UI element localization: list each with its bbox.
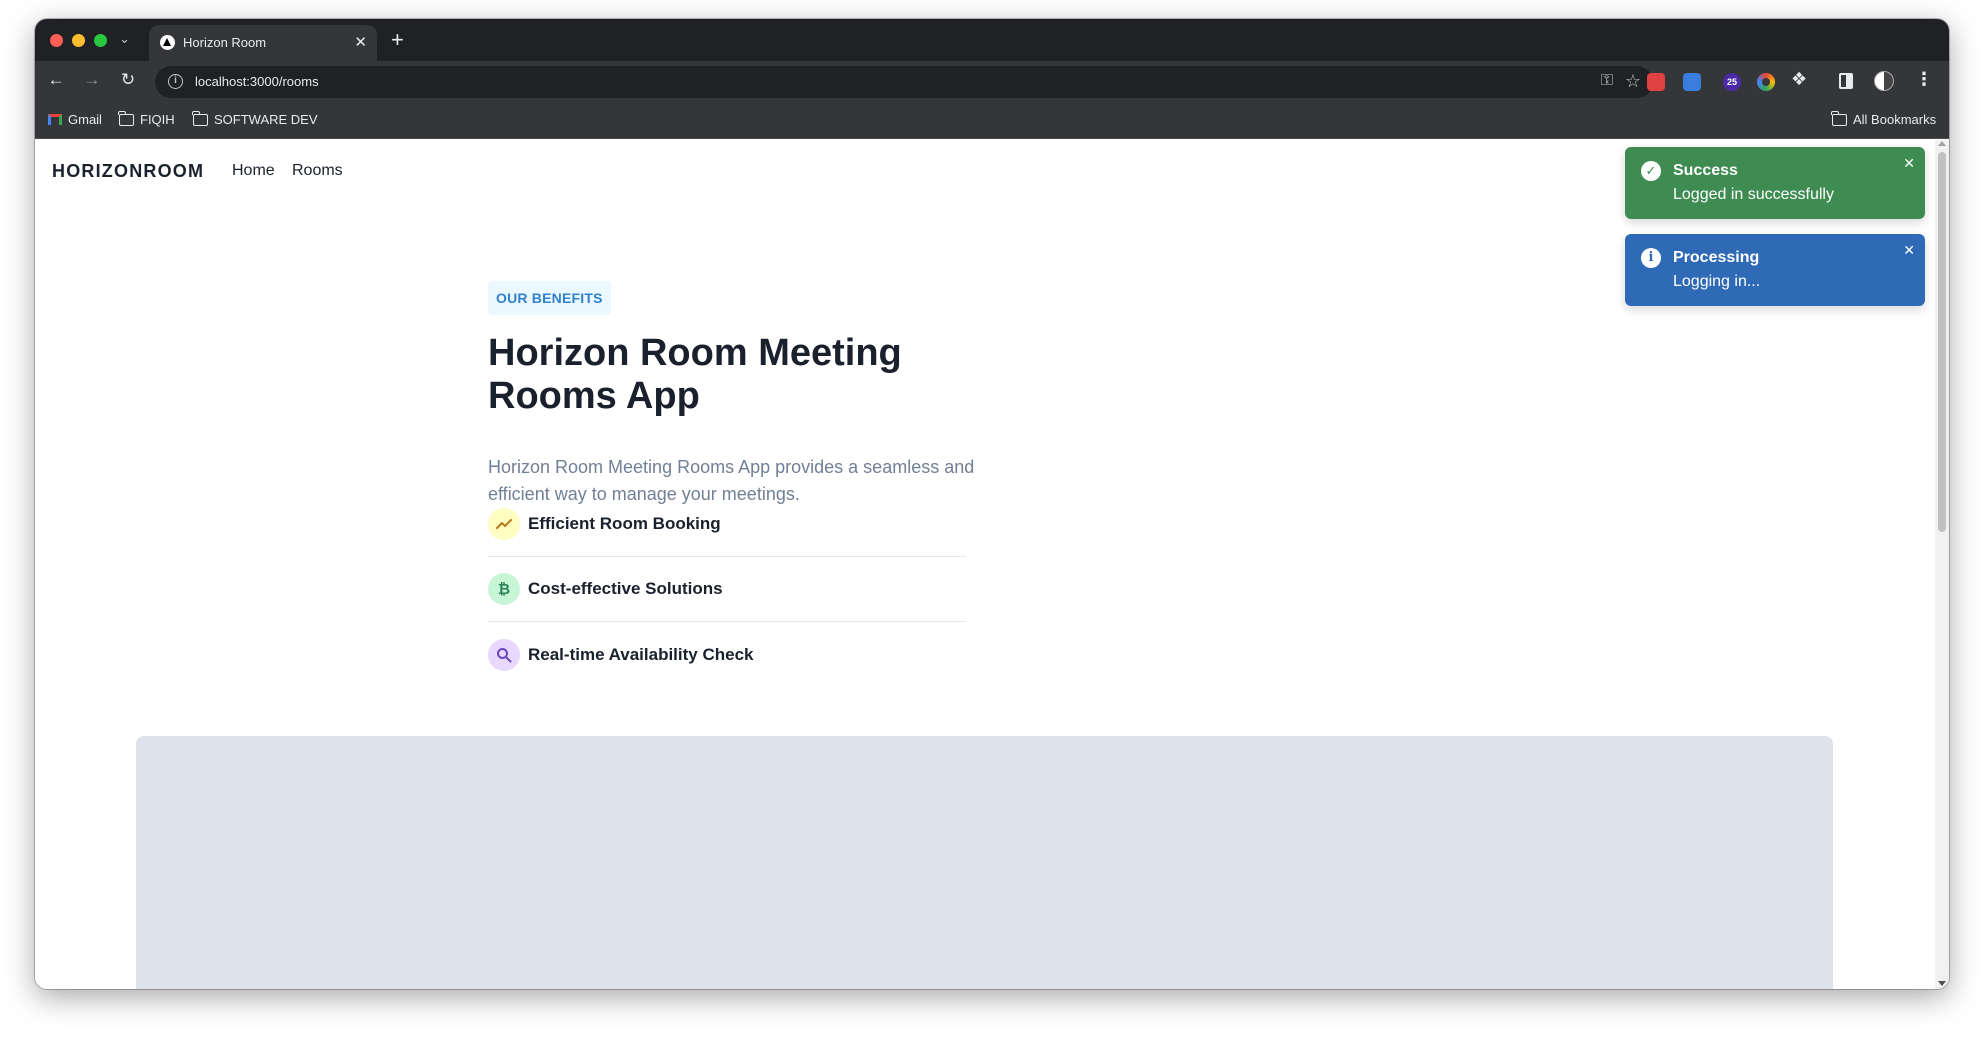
browser-tab[interactable]: Horizon Room ✕ — [149, 25, 377, 61]
folder-icon — [192, 110, 208, 126]
browser-toolbar: ← → ↻ i localhost:3000/rooms ⚿ ☆ 25 ❖ ⋮ — [35, 61, 1949, 103]
tab-strip: ⌄ Horizon Room ✕ + — [35, 19, 1949, 61]
maximize-window-button[interactable] — [94, 34, 107, 47]
page-content: HORIZONROOM Home Rooms OUR BENEFITS Hori… — [35, 140, 1949, 989]
toast-title: Success — [1673, 162, 1738, 179]
close-icon[interactable]: ✕ — [1903, 155, 1915, 172]
bookmark-label: Gmail — [68, 112, 102, 127]
password-key-icon[interactable]: ⚿ — [1601, 72, 1613, 90]
bookmark-label: FIQIH — [140, 112, 175, 127]
bookmark-star-icon[interactable]: ☆ — [1625, 71, 1641, 92]
new-tab-button[interactable]: + — [391, 27, 404, 53]
site-logo[interactable]: HORIZONROOM — [52, 161, 204, 182]
scroll-down-arrow-icon[interactable] — [1938, 981, 1946, 986]
section-badge: OUR BENEFITS — [488, 281, 611, 315]
url-text[interactable]: localhost:3000/rooms — [195, 74, 319, 89]
page-title: Horizon Room Meeting Rooms App — [488, 332, 902, 417]
toast-title: Processing — [1673, 249, 1760, 266]
check-circle-icon: ✓ — [1641, 161, 1661, 181]
tab-close-icon[interactable]: ✕ — [354, 33, 367, 51]
bookmark-gmail[interactable]: Gmail — [48, 112, 102, 127]
color-extension-icon[interactable] — [1757, 73, 1775, 91]
tab-title: Horizon Room — [183, 35, 267, 50]
search-icon — [488, 638, 520, 671]
scrollbar-thumb[interactable] — [1938, 152, 1946, 532]
site-info-icon[interactable]: i — [168, 74, 183, 89]
toast-success: ✓ Success Logged in successfully ✕ — [1625, 147, 1925, 219]
menu-kebab-icon[interactable]: ⋮ — [1915, 69, 1933, 90]
minimize-window-button[interactable] — [72, 34, 85, 47]
close-window-button[interactable] — [50, 34, 63, 47]
toast-description: Logged in successfully — [1673, 186, 1834, 203]
toast-info: i Processing Logging in... ✕ — [1625, 234, 1925, 306]
hero-image-placeholder — [136, 736, 1833, 989]
feature-item: Efficient Room Booking — [488, 492, 966, 557]
nav-link-home[interactable]: Home — [232, 162, 275, 180]
nav-link-rooms[interactable]: Rooms — [292, 162, 343, 180]
back-arrow-icon[interactable]: ← — [45, 70, 67, 90]
all-bookmarks[interactable]: All Bookmarks — [1831, 110, 1937, 127]
translate-extension-icon[interactable] — [1683, 73, 1701, 91]
forward-arrow-icon[interactable]: → — [81, 70, 103, 90]
profile-avatar-icon[interactable] — [1874, 71, 1894, 91]
scroll-up-arrow-icon[interactable] — [1938, 141, 1946, 146]
folder-icon — [1831, 110, 1847, 126]
bookmark-label: SOFTWARE DEV — [214, 112, 318, 127]
address-bar[interactable]: i localhost:3000/rooms ⚿ ☆ — [155, 66, 1653, 98]
all-bookmarks-label: All Bookmarks — [1853, 112, 1937, 127]
feature-label: Efficient Room Booking — [528, 514, 721, 533]
page-scrollbar[interactable] — [1935, 140, 1949, 989]
side-panel-icon[interactable] — [1839, 73, 1853, 89]
feature-label: Cost-effective Solutions — [528, 579, 723, 598]
info-circle-icon: i — [1641, 248, 1661, 268]
feature-item: Real-time Availability Check — [488, 622, 966, 687]
gmail-icon — [48, 114, 62, 125]
bookmarks-bar: Gmail FIQIH SOFTWARE DEV All Bookmarks — [35, 103, 1949, 139]
favicon-icon — [160, 35, 175, 50]
close-icon[interactable]: ✕ — [1903, 242, 1915, 259]
extension-badge-icon[interactable]: 25 — [1723, 73, 1741, 91]
bookmark-fiqih[interactable]: FIQIH — [118, 110, 175, 127]
feature-item: ₿ Cost-effective Solutions — [488, 557, 966, 622]
toast-description: Logging in... — [1673, 273, 1761, 290]
bitcoin-icon: ₿ — [488, 573, 520, 605]
reload-icon[interactable]: ↻ — [117, 70, 139, 90]
extension-red-icon[interactable] — [1647, 73, 1665, 91]
feature-label: Real-time Availability Check — [528, 644, 754, 664]
folder-icon — [118, 110, 134, 126]
bookmark-software-dev[interactable]: SOFTWARE DEV — [192, 110, 318, 127]
tab-search-chevron-icon[interactable]: ⌄ — [119, 31, 130, 47]
extensions-puzzle-icon[interactable]: ❖ — [1791, 69, 1807, 90]
browser-window: ⌄ Horizon Room ✕ + ← → ↻ i localhost:300… — [35, 19, 1949, 989]
trending-up-icon — [488, 508, 520, 540]
